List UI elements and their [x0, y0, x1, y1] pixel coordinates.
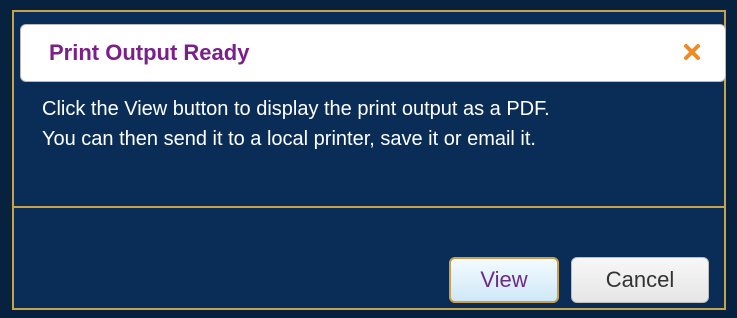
- close-icon: [684, 44, 700, 60]
- dialog-divider: [14, 206, 724, 208]
- view-button[interactable]: View: [449, 257, 559, 303]
- print-output-dialog: Print Output Ready Click the View button…: [12, 10, 726, 310]
- cancel-button[interactable]: Cancel: [571, 257, 709, 303]
- dialog-message-line-2: You can then send it to a local printer,…: [42, 128, 536, 150]
- dialog-message-line-1: Click the View button to display the pri…: [42, 98, 550, 120]
- dialog-message: Click the View button to display the pri…: [42, 94, 712, 154]
- dialog-titlebar: Print Output Ready: [20, 24, 726, 82]
- close-button[interactable]: [677, 37, 707, 67]
- dialog-title: Print Output Ready: [49, 40, 250, 65]
